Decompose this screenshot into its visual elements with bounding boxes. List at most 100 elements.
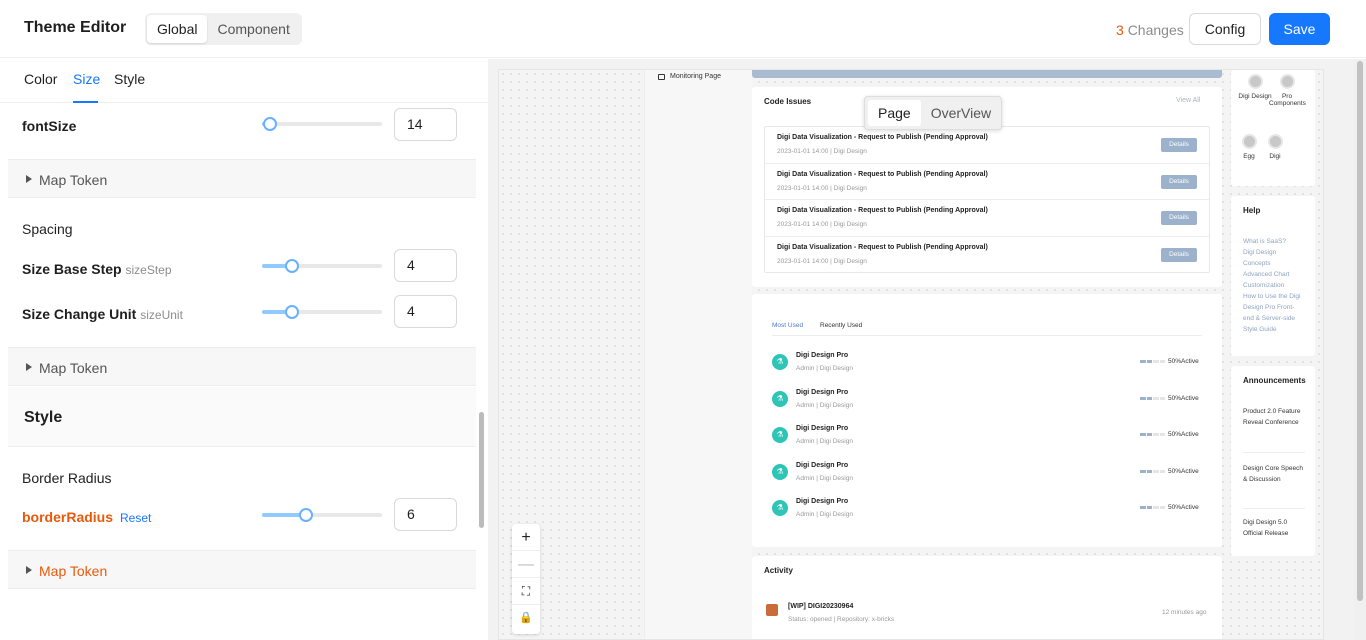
project-name: Digi Design Pro	[796, 462, 849, 469]
fullscreen-icon[interactable]: ⛶	[512, 578, 540, 605]
view-all-link[interactable]: View All	[1176, 97, 1200, 104]
slider-handle[interactable]	[263, 117, 278, 131]
activity-item-title[interactable]: [WIP] DIGI20230964	[788, 603, 853, 610]
mode-global[interactable]: Global	[147, 15, 208, 43]
banner-bar	[752, 70, 1222, 78]
quick-link[interactable]: Digi Design	[1237, 74, 1273, 100]
quick-link[interactable]: Pro Components	[1269, 74, 1306, 107]
project-item[interactable]: ⚗ Digi Design Pro Admin | Digi Design 50…	[772, 462, 1202, 492]
font-size-label: fontSize	[22, 118, 77, 134]
tab-recently-used[interactable]: Recently Used	[820, 322, 862, 329]
border-radius-input[interactable]: 6	[394, 498, 457, 531]
help-link[interactable]: What is SaaS?	[1243, 236, 1303, 247]
map-token-toggle-2[interactable]: Map Token	[8, 347, 476, 386]
flask-icon: ⚗	[772, 391, 788, 407]
changes-count: 3	[1116, 22, 1124, 38]
size-step-label: Size Base Step sizeStep	[22, 261, 172, 277]
changes-indicator[interactable]: 3 Changes	[1116, 22, 1184, 38]
caret-right-icon	[26, 363, 32, 371]
quick-link[interactable]: Digi	[1257, 134, 1293, 160]
save-button[interactable]: Save	[1269, 13, 1330, 45]
lock-icon[interactable]: 🔒	[512, 605, 540, 632]
font-size-input[interactable]: 14	[394, 108, 457, 141]
tab-color[interactable]: Color	[24, 71, 57, 87]
slider-handle[interactable]	[285, 259, 299, 273]
border-radius-title: Border Radius	[22, 470, 112, 486]
project-meta: Admin | Digi Design	[796, 402, 853, 409]
project-item[interactable]: ⚗ Digi Design Pro Admin | Digi Design 50…	[772, 425, 1202, 455]
issue-meta: 2023-01-01 14:00 | Digi Design	[777, 258, 867, 265]
project-name: Digi Design Pro	[796, 425, 849, 432]
project-progress	[1140, 506, 1165, 509]
page-overview-toggle: Page OverView	[864, 96, 1002, 130]
help-link[interactable]: How to Use the Digi Design Pro Front-end…	[1243, 291, 1303, 335]
app-title: Theme Editor	[24, 19, 127, 36]
changes-label: Changes	[1127, 22, 1184, 38]
toggle-page[interactable]: Page	[868, 100, 921, 126]
project-status: 50%Active	[1168, 431, 1199, 438]
map-token-toggle-1[interactable]: Map Token	[8, 159, 476, 198]
issue-item[interactable]: Digi Data Visualization - Request to Pub…	[765, 127, 1209, 164]
details-button[interactable]: Details	[1161, 138, 1197, 152]
monitoring-nav-item[interactable]: Monitoring Page	[658, 73, 721, 80]
help-link[interactable]: Digi Design Concepts	[1243, 247, 1303, 269]
size-unit-input[interactable]: 4	[394, 295, 457, 328]
style-section-title: Style	[24, 409, 63, 426]
mini-sidebar: Monitoring Page	[644, 70, 752, 639]
map-token-label: Map Token	[39, 360, 108, 376]
tab-most-used[interactable]: Most Used	[772, 322, 803, 329]
preview-scrollbar[interactable]	[1354, 59, 1366, 640]
project-status: 50%Active	[1168, 395, 1199, 402]
preview-canvas: Monitoring Page Code Issues View All Dig…	[498, 69, 1324, 640]
issue-item[interactable]: Digi Data Visualization - Request to Pub…	[765, 236, 1209, 273]
toggle-overview[interactable]: OverView	[921, 100, 1001, 126]
help-title: Help	[1243, 206, 1261, 215]
caret-right-icon	[26, 566, 32, 574]
details-button[interactable]: Details	[1161, 211, 1197, 225]
activity-item-time: 12 minutes ago	[1162, 609, 1207, 616]
project-name: Digi Design Pro	[796, 389, 849, 396]
size-unit-slider[interactable]	[262, 305, 382, 319]
user-icon	[1247, 74, 1263, 89]
map-token-toggle-3[interactable]: Map Token	[8, 550, 476, 589]
border-radius-reset[interactable]: Reset	[120, 511, 151, 525]
config-button[interactable]: Config	[1189, 13, 1261, 45]
size-step-input[interactable]: 4	[394, 249, 457, 282]
tab-style[interactable]: Style	[114, 71, 145, 87]
font-size-slider[interactable]	[262, 117, 382, 131]
issue-item[interactable]: Digi Data Visualization - Request to Pub…	[765, 163, 1209, 200]
panel-scrollbar[interactable]	[479, 412, 484, 528]
issue-title: Digi Data Visualization - Request to Pub…	[777, 134, 988, 141]
project-progress	[1140, 397, 1165, 400]
activity-item-meta: Status: opened | Repository: x-bricks	[788, 616, 895, 623]
tab-ink-bar	[73, 101, 98, 103]
announcements-title: Announcements	[1243, 376, 1306, 385]
zoom-controls: + — ⛶ 🔒	[512, 524, 540, 634]
announcement-item[interactable]: Digi Design 5.0 Official Release	[1243, 517, 1307, 539]
project-item[interactable]: ⚗ Digi Design Pro Admin | Digi Design 50…	[772, 498, 1202, 528]
details-button[interactable]: Details	[1161, 175, 1197, 189]
zoom-in-button[interactable]: +	[512, 524, 540, 551]
divider	[1243, 452, 1305, 453]
size-unit-label: Size Change Unit sizeUnit	[22, 306, 183, 322]
announcement-item[interactable]: Product 2.0 Feature Reveal Conference	[1243, 406, 1307, 428]
scrollbar-thumb[interactable]	[1357, 61, 1363, 601]
slider-handle[interactable]	[299, 508, 314, 522]
mode-component[interactable]: Component	[207, 15, 299, 43]
size-step-slider[interactable]	[262, 259, 382, 273]
divider	[1243, 508, 1305, 509]
project-status: 50%Active	[1168, 504, 1199, 511]
tab-size[interactable]: Size	[73, 71, 100, 87]
details-button[interactable]: Details	[1161, 248, 1197, 262]
border-radius-slider[interactable]	[262, 508, 382, 522]
size-unit-name: Size Change Unit	[22, 306, 137, 322]
project-status: 50%Active	[1168, 358, 1199, 365]
zoom-out-button[interactable]: —	[512, 551, 540, 578]
issue-item[interactable]: Digi Data Visualization - Request to Pub…	[765, 199, 1209, 236]
project-item[interactable]: ⚗ Digi Design Pro Admin | Digi Design 50…	[772, 389, 1202, 419]
project-item[interactable]: ⚗ Digi Design Pro Admin | Digi Design 50…	[772, 352, 1202, 382]
announcement-item[interactable]: Design Core Speech & Discussion	[1243, 463, 1307, 485]
help-link[interactable]: Advanced Chart Customization	[1243, 269, 1303, 291]
flask-icon: ⚗	[772, 354, 788, 370]
slider-handle[interactable]	[285, 305, 299, 319]
